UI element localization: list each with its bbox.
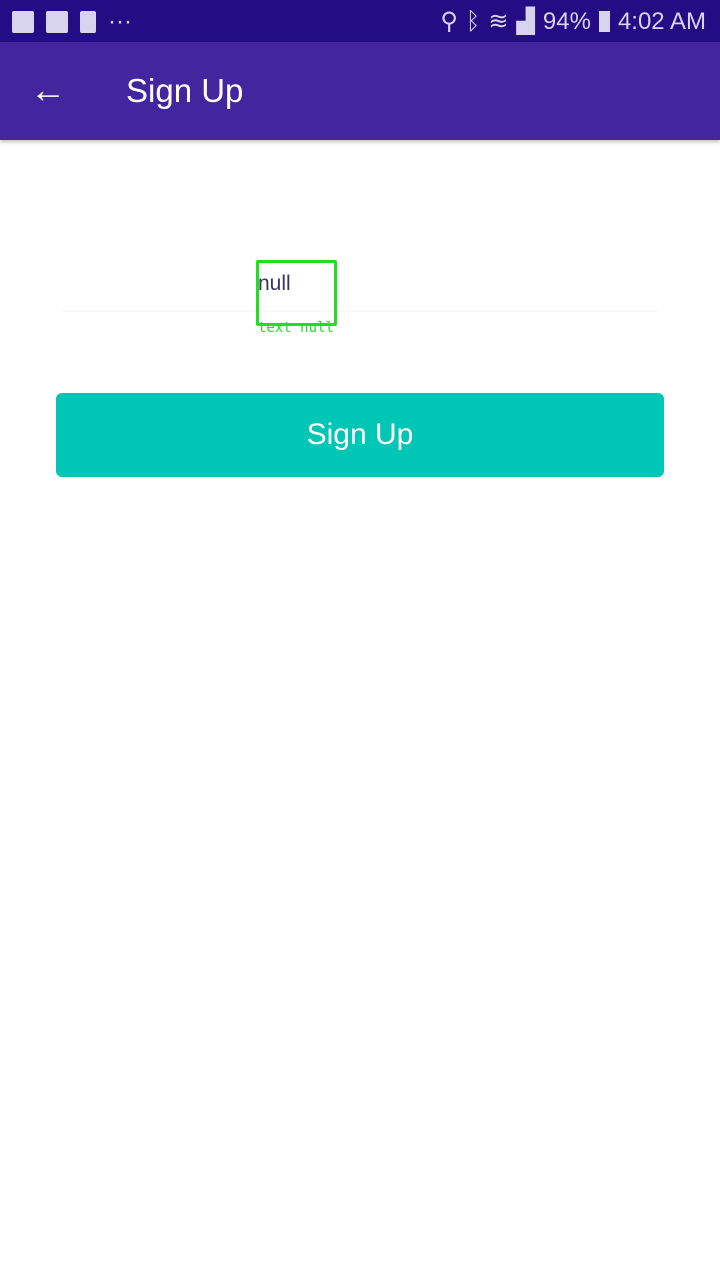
wifi-icon: ≋ <box>488 8 509 35</box>
debug-label: text null <box>258 320 334 336</box>
more-notifications-icon: ··· <box>108 8 132 35</box>
battery-icon <box>598 11 610 32</box>
status-bar: ··· ⚲ ᛒ ≋ ▟ 94% 4:02 AM <box>0 0 720 42</box>
clock: 4:02 AM <box>617 7 706 35</box>
gmail-icon <box>46 11 68 33</box>
location-icon: ⚲ <box>440 8 458 35</box>
task-icon <box>80 11 96 33</box>
text-field-underline[interactable] <box>62 310 658 312</box>
back-arrow-icon[interactable]: ← <box>30 70 66 110</box>
sign-up-button[interactable]: Sign Up <box>56 393 664 477</box>
gallery-icon <box>12 11 34 33</box>
page-title: Sign Up <box>126 72 244 109</box>
bluetooth-icon: ᛒ <box>465 7 481 35</box>
battery-percent: 94% <box>542 7 591 35</box>
app-bar: ← Sign Up <box>0 42 720 140</box>
signal-icon: ▟ <box>516 8 535 35</box>
field-value[interactable]: null <box>258 272 291 296</box>
